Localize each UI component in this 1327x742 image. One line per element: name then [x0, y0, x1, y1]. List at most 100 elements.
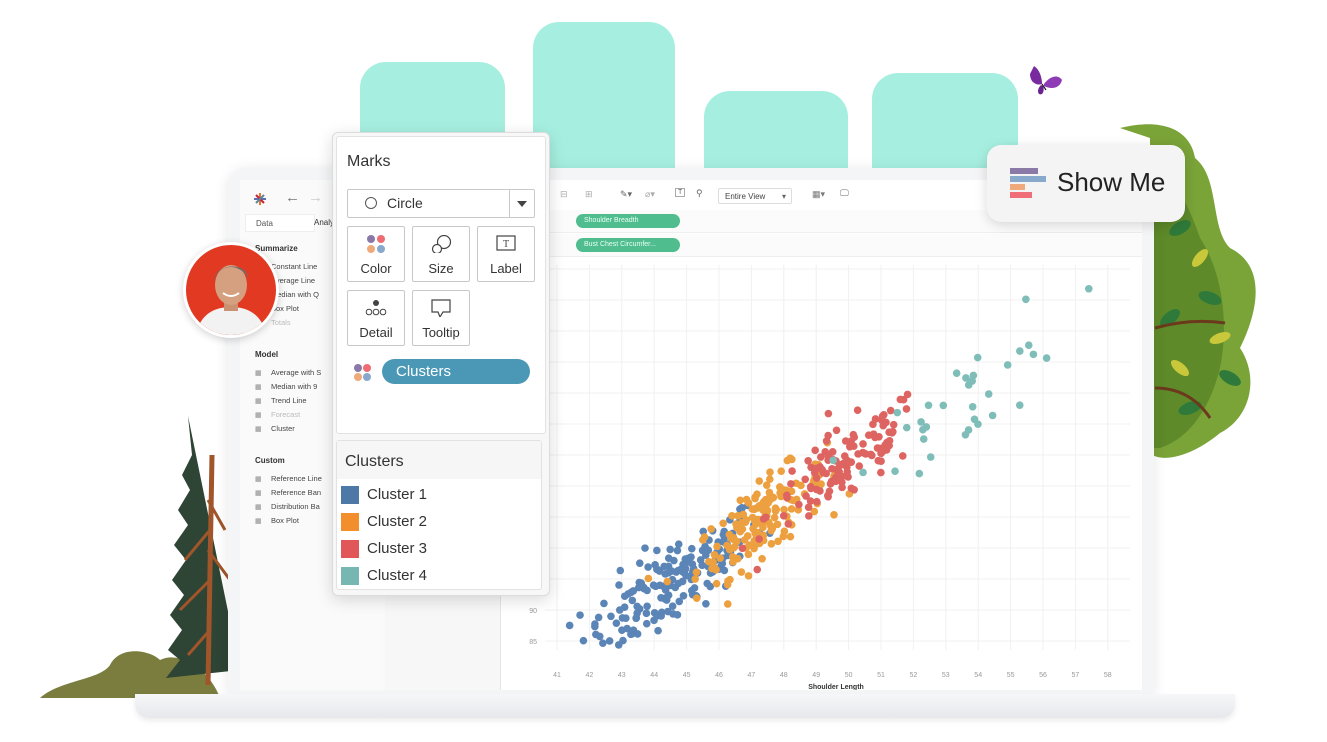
color-label: Color	[360, 261, 392, 276]
x-tick-label: 54	[974, 672, 982, 679]
data-point	[726, 575, 734, 584]
data-point	[755, 535, 763, 543]
data-point	[690, 584, 699, 592]
data-point	[849, 430, 858, 439]
tooltip-label: Tooltip	[422, 325, 460, 340]
svg-text:T: T	[503, 239, 509, 250]
data-point	[692, 568, 701, 577]
x-tick-label: 47	[748, 672, 756, 679]
data-point	[744, 499, 753, 507]
mark-type-dropdown[interactable]: Circle	[347, 189, 535, 218]
data-point	[830, 511, 838, 519]
x-tick-label: 51	[877, 672, 885, 679]
data-point	[692, 594, 701, 603]
data-point	[772, 505, 781, 514]
data-point	[850, 442, 858, 451]
data-point	[926, 453, 935, 461]
data-point	[642, 619, 651, 628]
data-point	[859, 468, 867, 477]
legend-title: Clusters	[345, 453, 404, 470]
data-point	[684, 554, 692, 563]
tree-illustration	[40, 416, 240, 698]
show-me-button[interactable]: Show Me	[987, 145, 1185, 222]
y-tick-label: 90	[529, 608, 537, 615]
x-tick-label: 52	[910, 672, 918, 679]
data-point	[635, 578, 644, 587]
tooltip-button[interactable]: Tooltip	[412, 290, 470, 346]
data-point	[723, 600, 732, 608]
data-point	[719, 519, 727, 528]
show-me-label: Show Me	[1057, 167, 1166, 197]
data-point	[729, 558, 737, 566]
clusters-legend: Clusters Cluster 1 Cluster 2 Cluster 3 C…	[336, 440, 542, 590]
data-point	[612, 619, 621, 627]
data-point	[628, 630, 636, 638]
data-point	[974, 420, 982, 428]
data-point	[988, 411, 997, 420]
x-tick-label: 56	[1039, 672, 1047, 679]
data-point	[828, 448, 837, 456]
marks-title: Marks	[347, 153, 391, 170]
data-point	[664, 607, 672, 616]
size-button[interactable]: Size	[412, 226, 470, 282]
data-point	[618, 626, 626, 634]
data-point	[713, 542, 721, 551]
data-point	[737, 568, 746, 576]
data-point	[759, 523, 767, 532]
data-point	[973, 353, 982, 362]
show-me-bar-3	[1010, 184, 1025, 190]
data-point	[899, 395, 908, 404]
data-point	[671, 583, 680, 592]
data-point	[829, 456, 838, 465]
user-avatar	[183, 242, 279, 338]
label-button[interactable]: T Label	[477, 226, 535, 282]
data-point	[788, 467, 796, 475]
data-point	[600, 599, 608, 608]
data-point	[1084, 284, 1093, 293]
data-point	[764, 499, 773, 507]
show-me-bar-4	[1010, 192, 1032, 198]
data-point	[784, 520, 793, 528]
data-point	[767, 540, 776, 548]
laptop-base	[135, 694, 1235, 718]
data-point	[616, 566, 625, 575]
data-point	[736, 496, 745, 505]
color-field-icon	[354, 364, 371, 381]
data-point	[902, 405, 911, 413]
data-point	[770, 513, 779, 522]
data-point	[675, 597, 684, 606]
data-point	[961, 430, 970, 439]
data-point	[705, 557, 713, 566]
data-point	[824, 409, 833, 418]
x-tick-label: 57	[1072, 672, 1080, 679]
data-point	[893, 408, 902, 417]
data-point	[643, 586, 651, 595]
data-point	[891, 467, 899, 476]
data-point	[853, 406, 862, 415]
data-point	[765, 475, 774, 483]
chevron-down-icon[interactable]	[509, 190, 534, 217]
data-point	[624, 590, 632, 598]
data-point	[643, 602, 651, 611]
data-point	[700, 533, 709, 541]
data-point	[804, 456, 812, 465]
data-point	[924, 401, 933, 410]
butterfly-icon	[1030, 66, 1062, 95]
data-point	[816, 453, 825, 461]
data-point	[704, 546, 713, 554]
x-tick-label: 55	[1007, 672, 1015, 679]
data-point	[878, 412, 887, 420]
data-point	[812, 464, 821, 473]
size-label: Size	[428, 261, 454, 276]
data-point	[662, 596, 671, 604]
size-icon	[431, 235, 452, 253]
data-point	[885, 436, 894, 445]
data-point	[592, 630, 600, 639]
data-point	[1015, 401, 1024, 409]
data-point	[728, 512, 736, 520]
data-point	[783, 491, 791, 500]
detail-button[interactable]: Detail	[347, 290, 405, 346]
data-point	[805, 512, 813, 520]
clusters-pill[interactable]: Clusters	[382, 359, 530, 384]
color-button[interactable]: Color	[347, 226, 405, 282]
